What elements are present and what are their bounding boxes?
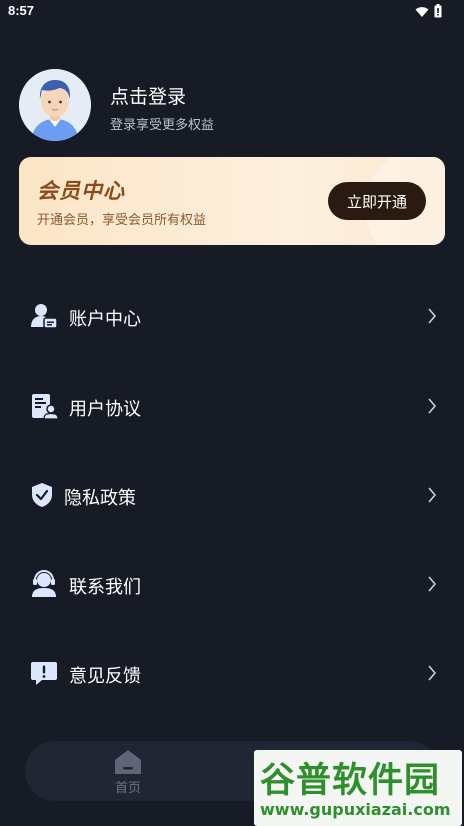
chevron-right-icon [426, 574, 438, 594]
tab-home[interactable]: 首页 [68, 741, 188, 801]
menu-item-contact[interactable]: 联系我们 [0, 554, 464, 614]
chevron-right-icon [426, 306, 438, 326]
customer-service-icon [30, 570, 58, 598]
menu-item-label: 隐私政策 [64, 488, 136, 509]
menu-item-feedback[interactable]: 意见反馈 [0, 643, 464, 703]
menu-item-label: 联系我们 [69, 577, 141, 598]
menu-item-label: 意见反馈 [69, 666, 141, 687]
login-title[interactable]: 点击登录 [110, 82, 186, 109]
account-icon [30, 302, 58, 330]
battery-icon [434, 3, 442, 22]
watermark-title: 谷普软件园 [260, 761, 441, 801]
vip-card[interactable]: 会员中心 开通会员，享受会员所有权益 立即开通 [19, 157, 445, 245]
menu-item-label: 用户协议 [69, 399, 141, 420]
menu-item-label: 账户中心 [69, 309, 141, 330]
chevron-right-icon [426, 663, 438, 683]
wifi-icon [415, 3, 429, 22]
login-subtitle: 登录享受更多权益 [110, 118, 215, 133]
shield-icon [30, 481, 58, 509]
chevron-right-icon [426, 485, 438, 505]
watermark-logo: 谷普软件园 www.gupuxiazai.com [254, 750, 462, 826]
menu-item-privacy[interactable]: 隐私政策 [0, 465, 464, 525]
status-time: 8:57 [8, 3, 35, 18]
feedback-icon [30, 659, 58, 687]
vip-description: 开通会员，享受会员所有权益 [37, 213, 207, 228]
vip-title: 会员中心 [37, 179, 125, 203]
status-bar: 8:57 [0, 0, 464, 24]
home-icon [114, 749, 142, 779]
watermark-url: www.gupuxiazai.com [260, 800, 451, 819]
menu-item-account[interactable]: 账户中心 [0, 286, 464, 346]
menu-item-agreement[interactable]: 用户协议 [0, 376, 464, 436]
tab-label: 首页 [114, 781, 141, 796]
avatar[interactable] [19, 69, 91, 141]
chevron-right-icon [426, 396, 438, 416]
vip-open-button[interactable]: 立即开通 [328, 182, 426, 220]
agreement-icon [30, 392, 59, 420]
status-icons [415, 3, 442, 22]
